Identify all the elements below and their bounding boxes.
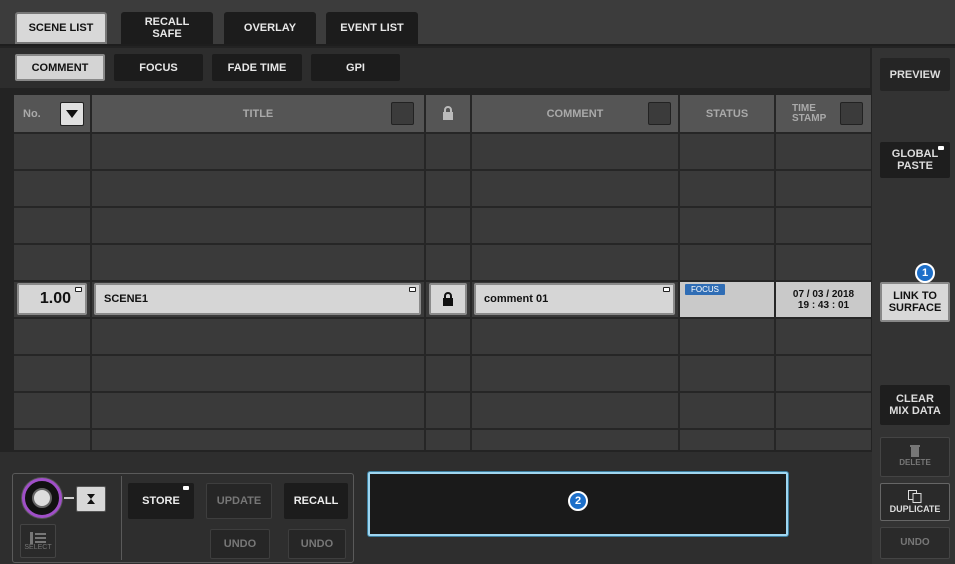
column-header-status-label: STATUS bbox=[705, 107, 749, 120]
store-button[interactable]: STORE bbox=[128, 483, 194, 519]
column-header-stamp-label: STAMP bbox=[792, 112, 827, 124]
preview-label: PREVIEW bbox=[889, 68, 941, 81]
callout-badge-2: 2 bbox=[568, 491, 588, 511]
subtab-focus[interactable]: FOCUS bbox=[114, 54, 203, 81]
focus-status-badge: FOCUS bbox=[685, 284, 725, 295]
popup-indicator-icon bbox=[75, 287, 82, 292]
list-row[interactable] bbox=[14, 208, 871, 243]
tab-scene-list[interactable]: SCENE LIST bbox=[15, 12, 107, 44]
scene-title-field[interactable]: SCENE1 bbox=[94, 283, 421, 315]
list-row[interactable] bbox=[14, 319, 871, 354]
tab-recall-safe[interactable]: RECALL SAFE bbox=[121, 12, 213, 44]
popup-indicator-icon bbox=[938, 146, 944, 150]
undo-update-label: UNDO bbox=[223, 538, 257, 550]
scene-list: No. TITLE COMMENT STATUS TIME STAMP 1.00… bbox=[14, 95, 871, 450]
bottom-panel: SELECT STORE UPDATE RECALL UNDO UNDO bbox=[0, 452, 872, 564]
time-stamp-date: 07 / 03 / 2018 bbox=[792, 288, 855, 300]
global-paste-label-2: PASTE bbox=[897, 160, 933, 172]
column-header-title: TITLE bbox=[92, 95, 424, 132]
current-scene-row[interactable]: 1.00 SCENE1 comment 01 FOCUS 07 / 03 / 2… bbox=[14, 282, 871, 317]
chevron-down-icon bbox=[66, 110, 78, 118]
callout-badge-1: 1 bbox=[915, 263, 935, 283]
trash-icon bbox=[910, 445, 920, 457]
select-button[interactable]: SELECT bbox=[20, 524, 56, 558]
scene-comment-field[interactable]: comment 01 bbox=[474, 283, 675, 315]
store-label: STORE bbox=[142, 495, 180, 507]
preview-button[interactable]: PREVIEW bbox=[880, 58, 950, 91]
update-label: UPDATE bbox=[216, 495, 262, 507]
clear-mix-data-label-2: MIX DATA bbox=[889, 405, 941, 417]
sub-tab-bar: COMMENT FOCUS FADE TIME GPI bbox=[0, 48, 870, 88]
global-paste-label-1: GLOBAL bbox=[891, 148, 939, 160]
delete-label: DELETE bbox=[899, 458, 931, 467]
duplicate-icon bbox=[908, 489, 922, 503]
popup-indicator-icon bbox=[183, 486, 189, 490]
popup-indicator-icon bbox=[663, 287, 670, 292]
undo-recall-label: UNDO bbox=[300, 538, 334, 550]
right-button-column: PREVIEW GLOBAL PASTE LINK TO SURFACE CLE… bbox=[872, 48, 955, 564]
recall-button[interactable]: RECALL bbox=[284, 483, 348, 519]
title-sort-toggle[interactable] bbox=[391, 102, 414, 125]
knob-link-line bbox=[64, 497, 74, 499]
list-row[interactable] bbox=[14, 245, 871, 280]
knob-indicator-icon bbox=[32, 488, 52, 508]
jump-to-current-button[interactable] bbox=[76, 486, 106, 512]
column-header-status: STATUS bbox=[680, 95, 774, 132]
list-select-icon bbox=[30, 531, 46, 544]
popup-indicator-icon bbox=[409, 287, 416, 292]
time-stamp-sort-toggle[interactable] bbox=[840, 102, 863, 125]
undo-update-button[interactable]: UNDO bbox=[210, 529, 270, 559]
sort-dropdown-button[interactable] bbox=[60, 102, 84, 126]
time-stamp-cell: 07 / 03 / 2018 19 : 43 : 01 bbox=[776, 282, 871, 317]
undo-duplicate-button[interactable]: UNDO bbox=[880, 527, 950, 559]
comment-sort-toggle[interactable] bbox=[648, 102, 671, 125]
hourglass-icon bbox=[87, 494, 95, 504]
subtab-gpi[interactable]: GPI bbox=[311, 54, 400, 81]
list-row[interactable] bbox=[14, 356, 871, 391]
status-cell: FOCUS bbox=[680, 282, 774, 317]
lock-icon bbox=[443, 106, 453, 120]
scene-title: SCENE1 bbox=[104, 293, 149, 305]
tab-event-list[interactable]: EVENT LIST bbox=[326, 12, 418, 44]
subtab-fade-time[interactable]: FADE TIME bbox=[212, 54, 302, 81]
scene-lock-button[interactable] bbox=[429, 283, 467, 315]
subtab-comment[interactable]: COMMENT bbox=[15, 54, 105, 81]
global-paste-button[interactable]: GLOBAL PASTE bbox=[880, 142, 950, 178]
clear-mix-data-button[interactable]: CLEAR MIX DATA bbox=[880, 385, 950, 425]
divider bbox=[121, 476, 122, 560]
select-label: SELECT bbox=[24, 543, 52, 551]
lock-icon bbox=[443, 291, 453, 306]
scene-comment: comment 01 bbox=[484, 293, 549, 305]
time-stamp-time: 19 : 43 : 01 bbox=[797, 299, 850, 311]
list-row[interactable] bbox=[14, 134, 871, 169]
delete-button[interactable]: DELETE bbox=[880, 437, 950, 477]
scene-list-screen: SCENE LIST RECALL SAFE OVERLAY EVENT LIS… bbox=[0, 0, 955, 564]
column-header-no-label: No. bbox=[23, 107, 41, 120]
column-header-comment-label: COMMENT bbox=[546, 107, 604, 120]
duplicate-button[interactable]: DUPLICATE bbox=[880, 483, 950, 521]
list-row[interactable] bbox=[14, 171, 871, 206]
column-header-lock bbox=[426, 95, 470, 132]
column-header-time-label: TIME bbox=[792, 102, 816, 114]
link-to-surface-label-1: LINK TO bbox=[893, 290, 937, 302]
link-to-surface-label-2: SURFACE bbox=[888, 302, 942, 314]
link-to-surface-button[interactable]: LINK TO SURFACE bbox=[880, 282, 950, 322]
list-row[interactable] bbox=[14, 430, 871, 450]
scene-number-button[interactable]: 1.00 bbox=[17, 283, 87, 315]
duplicate-label: DUPLICATE bbox=[889, 503, 941, 514]
column-header-title-label: TITLE bbox=[242, 107, 274, 120]
clear-mix-data-label-1: CLEAR bbox=[896, 393, 934, 405]
undo-duplicate-label: UNDO bbox=[900, 537, 930, 548]
tab-overlay[interactable]: OVERLAY bbox=[224, 12, 316, 44]
undo-recall-button[interactable]: UNDO bbox=[288, 529, 346, 559]
list-row[interactable] bbox=[14, 393, 871, 428]
scene-number: 1.00 bbox=[39, 290, 71, 307]
top-tab-bar: SCENE LIST RECALL SAFE OVERLAY EVENT LIS… bbox=[0, 0, 955, 46]
scene-select-knob[interactable] bbox=[22, 478, 62, 518]
update-button[interactable]: UPDATE bbox=[206, 483, 272, 519]
recall-label: RECALL bbox=[293, 495, 339, 507]
